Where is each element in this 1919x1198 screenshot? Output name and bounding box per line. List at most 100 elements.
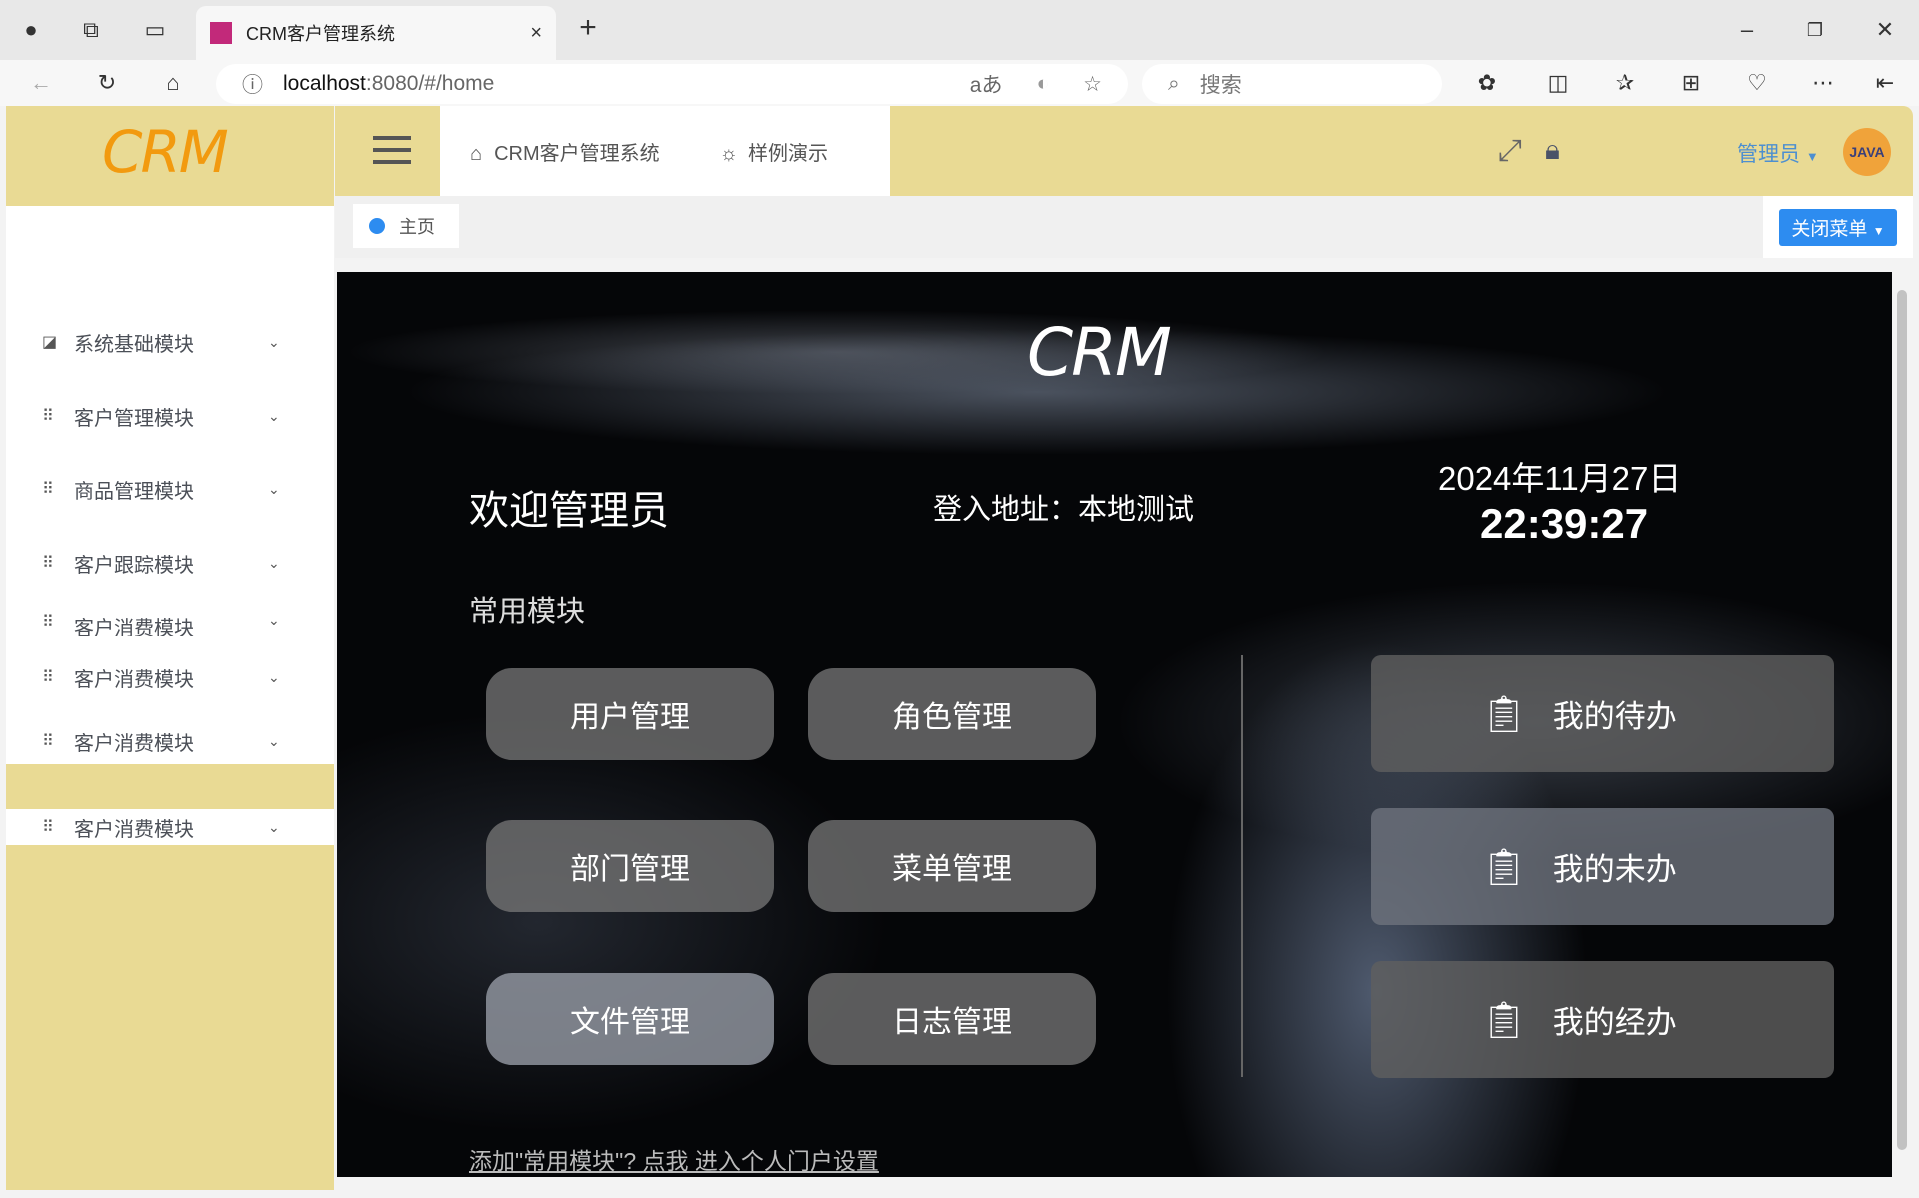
- module-log-button[interactable]: 日志管理: [808, 973, 1096, 1065]
- todo-clock-icon: 📋︎: [1481, 692, 1527, 734]
- sidebar-item-label: 系统基础模块: [74, 333, 194, 356]
- favicon-icon: [210, 22, 232, 44]
- browser-tab[interactable]: CRM客户管理系统 ×: [196, 6, 556, 60]
- info-icon: ⓘ: [242, 74, 263, 97]
- favorites-icon[interactable]: ✰: [1610, 68, 1640, 98]
- scrollbar-thumb[interactable]: [1897, 290, 1907, 1150]
- sidebar-menu: ◪ 系统基础模块 ⌄ ⠿ 客户管理模块 ⌄ ⠿ 商品管理模块 ⌄ ⠿ 客户跟踪模块 ⌄ ⠿ 客户消…: [6, 206, 334, 845]
- sidebar-item-product[interactable]: ⠿ 商品管理模块 ⌄: [6, 471, 334, 507]
- extensions-icon[interactable]: ✿: [1472, 68, 1502, 98]
- sidebar-item-system[interactable]: ◪ 系统基础模块 ⌄: [6, 324, 334, 360]
- close-menu-button[interactable]: 关闭菜单 ▼: [1779, 208, 1897, 246]
- grid-icon: ⠿: [42, 555, 54, 572]
- sidebar-item-consumption[interactable]: ⠿ 客户消费模块 ⌄: [6, 723, 334, 759]
- close-menu-area: 关闭菜单 ▼: [1763, 196, 1913, 258]
- chevron-down-icon: ⌄: [268, 554, 280, 571]
- sidebar-item-label: 客户消费模块: [74, 668, 194, 691]
- hamburger-menu-icon[interactable]: [373, 136, 411, 164]
- my-pending-card[interactable]: 📋︎ 我的未办: [1371, 808, 1834, 925]
- browser-tab-bar: ● ⧉ ▭ CRM客户管理系统 × + – ❐ ✕: [0, 0, 1919, 60]
- breadcrumb-home[interactable]: ⌂ CRM客户管理系统: [470, 137, 660, 166]
- chart-icon: ◪: [42, 334, 58, 351]
- grid-icon: ⠿: [42, 614, 54, 631]
- sidebar-item-tracking[interactable]: ⠿ 客户跟踪模块 ⌄: [6, 545, 334, 581]
- address-bar[interactable]: ⓘ localhost:8080/#/home aあ ◐ ☆: [216, 64, 1128, 104]
- module-menu-button[interactable]: 菜单管理: [808, 820, 1096, 912]
- new-tab-icon[interactable]: +: [573, 11, 603, 44]
- chevron-down-icon: ⌄: [268, 480, 280, 497]
- grid-icon: ⠿: [42, 669, 54, 686]
- grid-icon: ⠿: [42, 733, 54, 750]
- grid-icon: ⠿: [42, 819, 54, 836]
- close-window-icon[interactable]: ✕: [1870, 15, 1900, 45]
- close-tab-icon[interactable]: ×: [530, 22, 542, 45]
- sidebar-logo: CRM: [102, 118, 229, 186]
- minimize-icon[interactable]: –: [1732, 15, 1762, 45]
- module-dept-button[interactable]: 部门管理: [486, 820, 774, 912]
- home-dashboard: CRM 欢迎管理员 登入地址：本地测试 2024年11月27日 22:39:27…: [337, 272, 1892, 1177]
- sidebar-item-customer[interactable]: ⠿ 客户管理模块 ⌄: [6, 398, 334, 434]
- current-time: 22:39:27: [1480, 500, 1649, 547]
- scrollbar[interactable]: [1892, 264, 1912, 1184]
- sidebar-item-label: 客户消费模块: [74, 618, 194, 636]
- sidebar-toggle-icon[interactable]: ⇤: [1870, 68, 1900, 98]
- sidebar-item-label: 客户跟踪模块: [74, 554, 194, 577]
- tab-actions-icon[interactable]: ▭: [140, 15, 170, 45]
- browser-essentials-icon[interactable]: ♡: [1742, 68, 1772, 98]
- todo-check-icon: 📋︎: [1481, 845, 1527, 887]
- home-icon: ⌂: [470, 142, 483, 165]
- workspaces-icon[interactable]: ⧉: [76, 15, 106, 45]
- module-user-button[interactable]: 用户管理: [486, 668, 774, 760]
- edge-icon[interactable]: ◐: [1036, 72, 1049, 96]
- browser-toolbar: ← ↻ ⌂ ⓘ localhost:8080/#/home aあ ◐ ☆ ⌕ 搜索…: [0, 60, 1919, 106]
- chevron-down-icon: ⌄: [268, 333, 280, 350]
- sidebar-item-label: 商品管理模块: [74, 480, 194, 503]
- collections-icon[interactable]: ⊞: [1676, 68, 1706, 98]
- sidebar-item-consumption[interactable]: ⠿ 客户消费模块 ⌄: [6, 809, 334, 845]
- avatar[interactable]: JAVA: [1843, 128, 1891, 176]
- user-dropdown[interactable]: 管理员 ▼: [1737, 138, 1819, 168]
- welcome-text: 欢迎管理员: [469, 489, 669, 533]
- sidebar-item-consumption[interactable]: ⠿ 客户消费模块 ⌄: [6, 659, 334, 695]
- my-handled-card[interactable]: 📋︎ 我的经办: [1371, 961, 1834, 1078]
- tag-home[interactable]: 主页: [353, 204, 459, 248]
- search-box[interactable]: ⌕ 搜索: [1142, 64, 1442, 104]
- current-date: 2024年11月27日: [1438, 460, 1682, 497]
- chevron-down-icon: ⌄: [268, 668, 280, 685]
- grid-icon: ⠿: [42, 481, 54, 498]
- favorite-star-icon[interactable]: ☆: [1083, 72, 1102, 97]
- login-address: 登入地址：本地测试: [933, 494, 1195, 526]
- reload-icon[interactable]: ↻: [92, 68, 122, 98]
- translate-icon[interactable]: aあ: [970, 69, 1003, 99]
- more-icon[interactable]: ⋯: [1808, 68, 1838, 98]
- restore-icon[interactable]: ❐: [1800, 15, 1830, 45]
- divider: [1241, 655, 1243, 1077]
- profile-icon[interactable]: ●: [16, 15, 46, 45]
- chevron-down-icon: ⌄: [268, 732, 280, 749]
- module-role-button[interactable]: 角色管理: [808, 668, 1096, 760]
- sidebar-item-label: 客户消费模块: [74, 818, 194, 841]
- tab-title: CRM客户管理系统: [246, 24, 395, 44]
- chevron-down-icon: ⌄: [268, 612, 280, 628]
- module-file-button[interactable]: 文件管理: [486, 973, 774, 1065]
- grid-icon: ⠿: [42, 408, 54, 425]
- my-todo-card[interactable]: 📋︎ 我的待办: [1371, 655, 1834, 772]
- fullscreen-icon[interactable]: ⤢: [1498, 134, 1522, 168]
- home-icon[interactable]: ⌂: [158, 68, 188, 98]
- tags-bar: 主页 关闭菜单 ▼: [335, 196, 1913, 258]
- sidebar: CRM ◪ 系统基础模块 ⌄ ⠿ 客户管理模块 ⌄ ⠿ 商品管理模块 ⌄ ⠿ 客户跟踪模块 ⌄ …: [6, 106, 334, 1190]
- main-logo: CRM: [1027, 314, 1172, 391]
- top-header: ⌂ CRM客户管理系统 ☼ 样例演示 ⤢ 🔒︎ 管理员 ▼ JAVA: [335, 106, 1913, 196]
- caret-down-icon: ▼: [1805, 149, 1819, 164]
- active-dot-icon: [369, 218, 385, 234]
- breadcrumb-demo[interactable]: ☼ 样例演示: [720, 137, 828, 166]
- back-icon[interactable]: ←: [26, 68, 56, 98]
- portal-settings-link[interactable]: 添加"常用模块"? 点我 进入个人门户设置: [469, 1142, 879, 1176]
- search-icon: ⌕: [1168, 72, 1180, 95]
- sidebar-item-consumption[interactable]: ⠿ 客户消费模块 ⌄: [6, 612, 334, 636]
- sidebar-item-label: 客户消费模块: [74, 732, 194, 755]
- split-screen-icon[interactable]: ◫: [1543, 68, 1573, 98]
- lock-icon[interactable]: 🔒︎: [1545, 134, 1560, 167]
- common-modules-title: 常用模块: [469, 596, 586, 628]
- sidebar-item-label: 客户管理模块: [74, 407, 194, 430]
